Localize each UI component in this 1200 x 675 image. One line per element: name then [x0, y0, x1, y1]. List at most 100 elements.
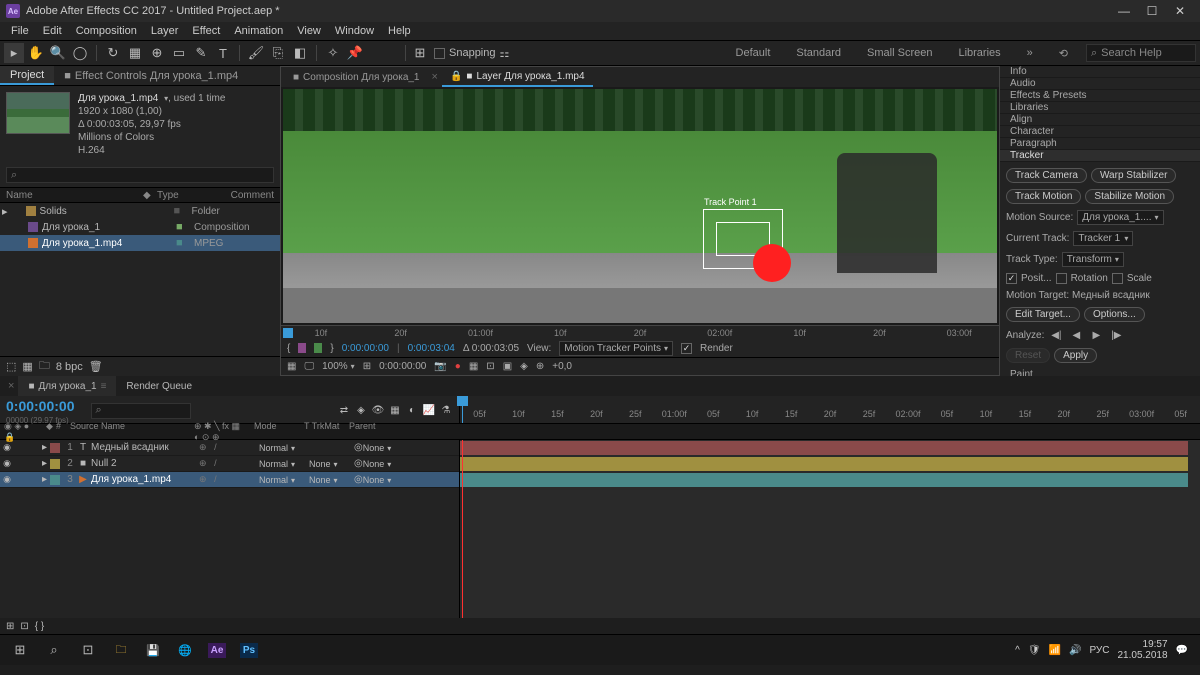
- expand-icon[interactable]: ▸: [42, 442, 47, 453]
- local-axis-icon[interactable]: ⊞: [410, 43, 430, 63]
- task-view-icon[interactable]: ⊡: [72, 637, 104, 663]
- orbit-tool-icon[interactable]: ◯: [70, 43, 90, 63]
- workspace-small[interactable]: Small Screen: [859, 45, 940, 61]
- motion-source-dropdown[interactable]: Для урока_1....: [1077, 210, 1163, 225]
- hide-shy-icon[interactable]: 👁: [371, 404, 385, 418]
- timeline-close-icon[interactable]: ×: [4, 380, 18, 392]
- in-point-icon[interactable]: {: [287, 343, 290, 354]
- brainstorm-icon[interactable]: ⚗: [439, 404, 453, 418]
- timeline-tracks-area[interactable]: [460, 440, 1200, 618]
- tab-project[interactable]: Project: [0, 66, 54, 85]
- monitor-icon[interactable]: 🖵: [304, 361, 314, 372]
- panel-align[interactable]: Align: [1000, 114, 1200, 126]
- comp-mini-flowchart-icon[interactable]: ⇄: [337, 404, 351, 418]
- analyze-back-icon[interactable]: ◀: [1068, 328, 1084, 342]
- parent-pick-icon[interactable]: ◎: [354, 458, 363, 469]
- workspace-libraries[interactable]: Libraries: [950, 45, 1008, 61]
- menu-window[interactable]: Window: [328, 25, 381, 37]
- panel-effects-presets[interactable]: Effects & Presets: [1000, 90, 1200, 102]
- blend-mode-dropdown[interactable]: Normal: [259, 443, 309, 453]
- current-track-dropdown[interactable]: Tracker 1: [1073, 231, 1133, 246]
- timeline-layer-1[interactable]: ◉ ▸ 1 T Медный всадник ⊕ / Normal ◎ None: [0, 440, 459, 456]
- minimize-button[interactable]: —: [1110, 4, 1138, 18]
- snapping-checkbox[interactable]: [434, 48, 445, 59]
- visibility-icon[interactable]: ◉: [0, 474, 14, 485]
- label-color-icon[interactable]: [314, 343, 322, 353]
- layer-bar-2[interactable]: [460, 457, 1188, 471]
- track-type-dropdown[interactable]: Transform: [1062, 252, 1124, 267]
- blend-mode-dropdown[interactable]: Normal: [259, 475, 309, 485]
- track-camera-button[interactable]: Track Camera: [1006, 168, 1087, 183]
- mask-icon[interactable]: ▣: [503, 361, 512, 372]
- expand-icon[interactable]: ▸: [2, 205, 8, 218]
- workspace-standard[interactable]: Standard: [788, 45, 849, 61]
- panel-paragraph[interactable]: Paragraph: [1000, 138, 1200, 150]
- layer-bar-1[interactable]: [460, 441, 1188, 455]
- trkmat-dropdown[interactable]: None: [309, 459, 354, 469]
- analyze-forward-icon[interactable]: ▶: [1088, 328, 1104, 342]
- project-row-video[interactable]: Для урока_1.mp4 ■ MPEG: [0, 235, 280, 251]
- out-point-icon[interactable]: }: [330, 343, 333, 354]
- eraser-tool-icon[interactable]: ◧: [290, 43, 310, 63]
- apply-button[interactable]: Apply: [1054, 348, 1097, 363]
- channel-icon[interactable]: ●: [455, 361, 461, 372]
- current-time[interactable]: 0:00:00:00: [379, 361, 426, 372]
- alpha-icon[interactable]: ▦: [287, 361, 296, 372]
- toggle-in-out-icon[interactable]: { }: [35, 621, 44, 632]
- menu-animation[interactable]: Animation: [227, 25, 290, 37]
- search-help-input[interactable]: ⌕ Search Help: [1086, 44, 1196, 62]
- panel-tracker[interactable]: Tracker: [1000, 150, 1200, 162]
- tab-effect-controls[interactable]: ■Effect Controls Для урока_1.mp4: [54, 66, 248, 85]
- clone-tool-icon[interactable]: ⎘: [268, 43, 288, 63]
- bpc-toggle[interactable]: 8 bpc: [56, 361, 83, 373]
- motion-blur-icon[interactable]: ◐: [405, 404, 419, 418]
- visibility-icon[interactable]: ◉: [0, 458, 14, 469]
- stabilize-motion-button[interactable]: Stabilize Motion: [1085, 189, 1174, 204]
- timeline-layer-2[interactable]: ◉ ▸ 2 ■ Null 2 ⊕ / Normal None ◎ None: [0, 456, 459, 472]
- hand-tool-icon[interactable]: ✋: [26, 43, 46, 63]
- selection-tool-icon[interactable]: ▸: [4, 43, 24, 63]
- tray-expand-icon[interactable]: ^: [1015, 645, 1020, 656]
- taskbar-app-chrome[interactable]: 🌐: [170, 637, 200, 663]
- brush-tool-icon[interactable]: 🖌: [246, 43, 266, 63]
- region-icon[interactable]: ⊕: [536, 361, 544, 372]
- new-folder-icon[interactable]: 🗀: [39, 357, 50, 376]
- zoom-tool-icon[interactable]: 🔍: [48, 43, 68, 63]
- viewer-time-ruler[interactable]: 10f20f01:00f 10f20f02:00f 10f20f03:00f: [281, 325, 999, 339]
- delete-icon[interactable]: 🗑: [89, 360, 103, 373]
- pan-behind-tool-icon[interactable]: ⊕: [147, 43, 167, 63]
- track-motion-button[interactable]: Track Motion: [1006, 189, 1081, 204]
- search-taskbar-icon[interactable]: ⌕: [38, 637, 70, 663]
- roto-tool-icon[interactable]: ✧: [323, 43, 343, 63]
- guides-icon[interactable]: ⊡: [486, 361, 494, 372]
- close-button[interactable]: ✕: [1166, 4, 1194, 18]
- render-checkbox[interactable]: [681, 343, 692, 354]
- workspace-overflow-icon[interactable]: »: [1019, 45, 1041, 61]
- trkmat-dropdown[interactable]: None: [309, 475, 354, 485]
- asset-thumbnail[interactable]: [6, 92, 70, 134]
- viewer-playhead[interactable]: [283, 328, 293, 338]
- timeline-ruler[interactable]: 05f10f15f20f25f 01:00f05f10f15f20f 25f02…: [460, 409, 1200, 423]
- rotation-checkbox[interactable]: [1056, 273, 1067, 284]
- scale-checkbox[interactable]: [1112, 273, 1123, 284]
- edit-target-button[interactable]: Edit Target...: [1006, 307, 1080, 322]
- panel-info[interactable]: Info: [1000, 66, 1200, 78]
- label-color-icon[interactable]: [50, 475, 60, 485]
- parent-pick-icon[interactable]: ◎: [354, 442, 363, 453]
- expand-icon[interactable]: ▸: [42, 458, 47, 469]
- menu-edit[interactable]: Edit: [36, 25, 69, 37]
- taskbar-app-ae[interactable]: Ae: [202, 637, 232, 663]
- frame-blend-icon[interactable]: ▦: [388, 404, 402, 418]
- tray-wifi-icon[interactable]: 📶: [1049, 645, 1061, 656]
- project-row-solids[interactable]: ▸ Solids ■ Folder: [0, 203, 280, 219]
- visibility-icon[interactable]: ◉: [0, 442, 14, 453]
- tray-notifications-icon[interactable]: 💬: [1176, 645, 1188, 656]
- new-comp-icon[interactable]: ▦: [22, 360, 32, 373]
- project-search-input[interactable]: ⌕: [6, 167, 274, 183]
- resolution-icon[interactable]: ⊞: [363, 361, 371, 372]
- exposure-value[interactable]: +0,0: [552, 361, 572, 372]
- taskbar-app-save[interactable]: 💾: [138, 637, 168, 663]
- snapshot-icon[interactable]: 📷: [434, 361, 446, 372]
- menu-effect[interactable]: Effect: [185, 25, 227, 37]
- parent-dropdown[interactable]: None: [363, 443, 418, 453]
